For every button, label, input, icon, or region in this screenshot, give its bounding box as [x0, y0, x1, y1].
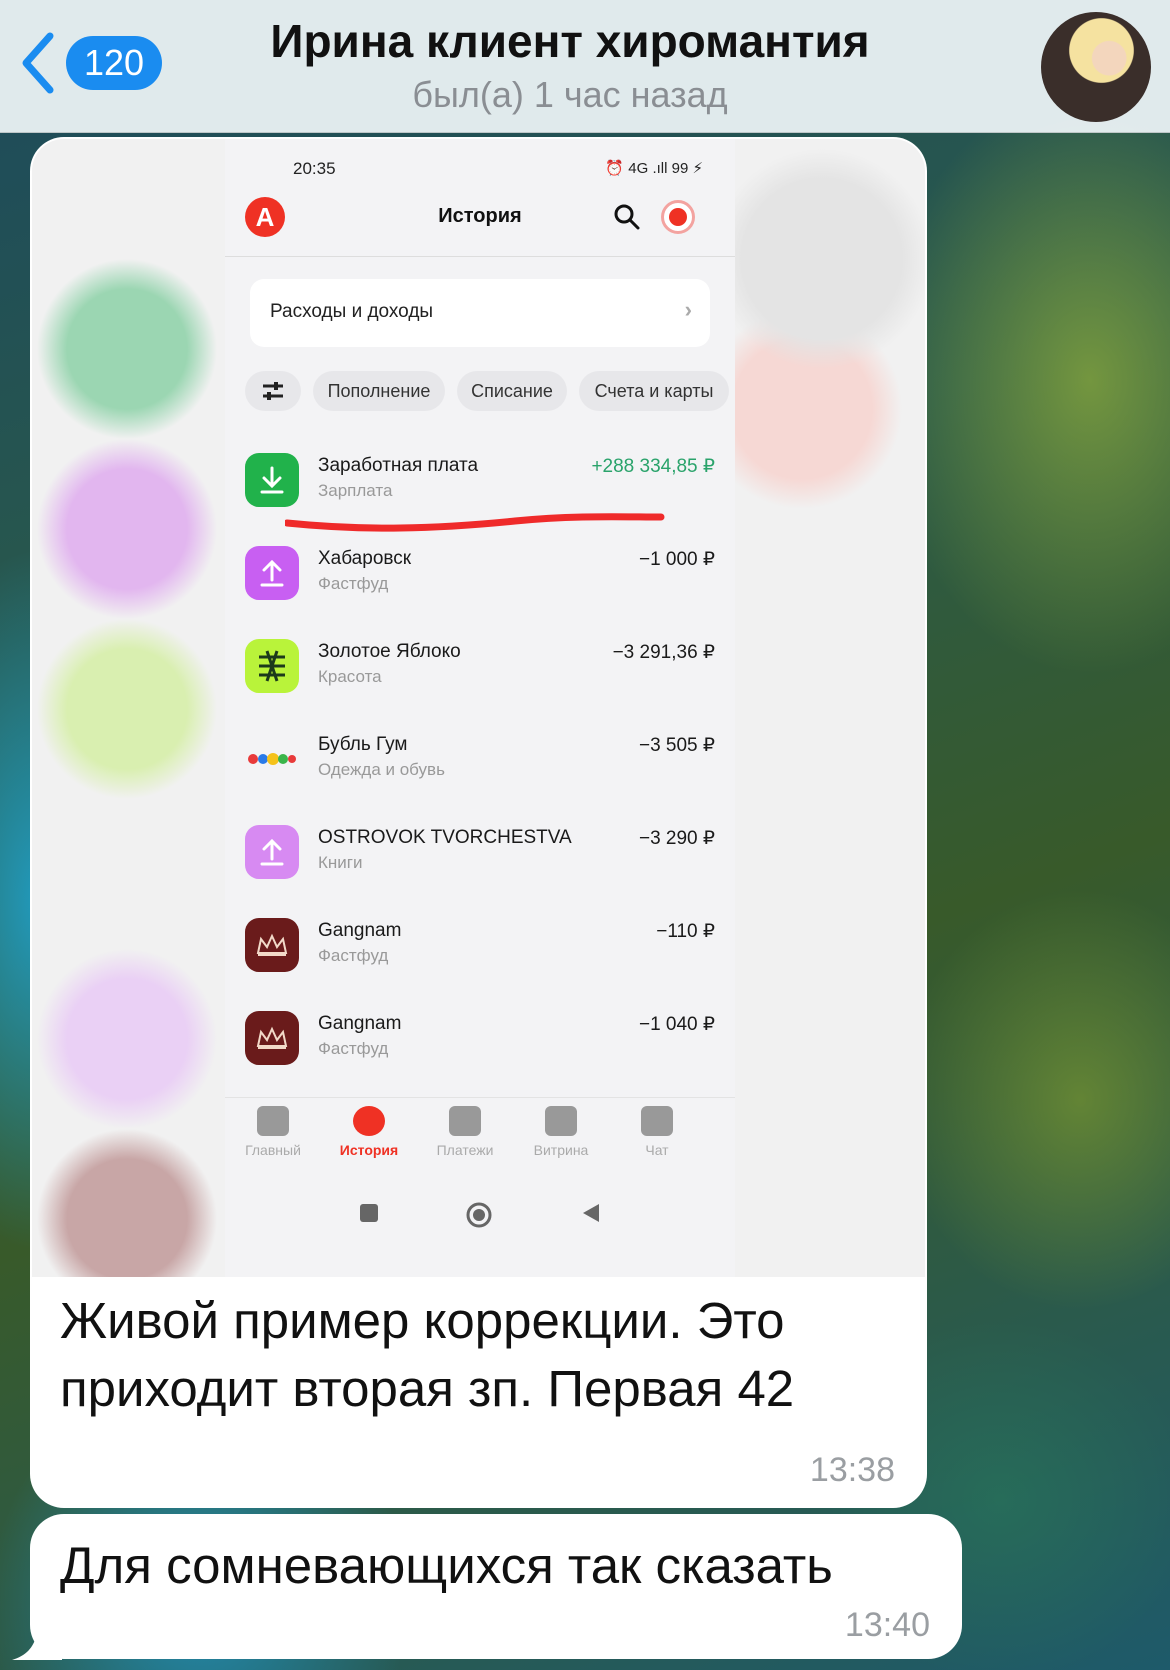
- transaction-name: Заработная плата: [318, 455, 479, 476]
- home-icon: [257, 1106, 289, 1136]
- summary-card[interactable]: Расходы и доходы ›: [250, 279, 710, 347]
- transaction-row[interactable]: Gangnam Фастфуд −1 040 ₽: [225, 1003, 735, 1096]
- message-bubble-text[interactable]: Для сомневающихся так сказать 13:40: [30, 1514, 962, 1659]
- search-icon[interactable]: [613, 203, 641, 231]
- phone-status-icons: ⏰ 4G .ıll 99 ⚡: [605, 160, 703, 177]
- last-seen-status: был(а) 1 час назад: [412, 74, 728, 115]
- unread-count-badge: 120: [66, 36, 163, 90]
- tab-label: Чат: [645, 1142, 669, 1158]
- transaction-name: Бубль Гум: [318, 734, 408, 755]
- tab-label: Платежи: [436, 1142, 494, 1158]
- back-button[interactable]: 120: [18, 30, 163, 96]
- tab-label: Главный: [245, 1142, 301, 1158]
- crown-icon: [245, 918, 299, 972]
- transaction-amount: −1 000 ₽: [638, 549, 715, 570]
- transaction-row[interactable]: Золотое Яблоко Красота −3 291,36 ₽: [225, 631, 735, 724]
- transaction-row[interactable]: Gangnam Фастфуд −110 ₽: [225, 910, 735, 1003]
- transaction-name: Gangnam: [318, 1013, 402, 1034]
- chat-icon: [641, 1106, 673, 1136]
- transaction-row[interactable]: Хабаровск Фастфуд −1 000 ₽: [225, 538, 735, 631]
- transaction-name: Хабаровск: [318, 548, 412, 569]
- bubblegum-logo: [245, 732, 299, 786]
- message-text: Живой пример коррекции. Это приходит вто…: [60, 1292, 795, 1417]
- transaction-amount: +288 334,85 ₽: [591, 456, 715, 477]
- transaction-category: Книги: [318, 853, 363, 872]
- android-nav-bar: [225, 1171, 735, 1277]
- transaction-amount: −3 505 ₽: [638, 735, 715, 756]
- tab-chat[interactable]: Чат: [607, 1106, 707, 1158]
- transaction-amount: −3 291,36 ₽: [612, 642, 715, 663]
- chat-title[interactable]: Ирина клиент хиромантия: [230, 14, 910, 68]
- ruble-icon: [449, 1106, 481, 1136]
- transaction-category: Фастфуд: [318, 574, 389, 593]
- transaction-amount: −3 290 ₽: [638, 828, 715, 849]
- filter-chips: Пополнение Списание Счета и карты: [245, 371, 735, 411]
- upload-icon: [245, 825, 299, 879]
- summary-card-label: Расходы и доходы: [270, 301, 434, 322]
- upload-icon: [245, 546, 299, 600]
- home-circle-icon[interactable]: [465, 1201, 493, 1229]
- phone-status-bar: 20:35 ⏰ 4G .ıll 99 ⚡: [225, 139, 735, 183]
- crown-icon: [245, 1011, 299, 1065]
- golden-apple-logo: [245, 639, 299, 693]
- chevron-left-icon: [22, 32, 54, 94]
- transaction-row[interactable]: Бубль Гум Одежда и обувь −3 505 ₽: [225, 724, 735, 817]
- grid-icon: [545, 1106, 577, 1136]
- transaction-name: Gangnam: [318, 920, 402, 941]
- transaction-amount: −1 040 ₽: [638, 1014, 715, 1035]
- app-title: История: [438, 205, 522, 227]
- red-highlight-underline: [285, 513, 665, 532]
- back-triangle-icon[interactable]: [579, 1201, 603, 1225]
- transaction-category: Одежда и обувь: [318, 760, 445, 779]
- tab-history[interactable]: История: [319, 1106, 419, 1158]
- tab-payments[interactable]: Платежи: [415, 1106, 515, 1158]
- chat-header: 120 Ирина клиент хиромантия был(а) 1 час…: [0, 0, 1170, 133]
- message-time: 13:40: [844, 1606, 930, 1644]
- message-text: Для сомневающихся так сказать: [60, 1537, 833, 1594]
- transaction-name: OSTROVOK TVORCHESTVA: [318, 827, 572, 848]
- attached-screenshot[interactable]: 20:35 ⏰ 4G .ıll 99 ⚡ A История Расходы и…: [32, 139, 925, 1277]
- transaction-name: Золотое Яблоко: [318, 641, 461, 662]
- transaction-category: Красота: [318, 667, 382, 686]
- transaction-category: Зарплата: [318, 481, 393, 500]
- transaction-category: Фастфуд: [318, 1039, 389, 1058]
- message-bubble-photo[interactable]: 20:35 ⏰ 4G .ıll 99 ⚡ A История Расходы и…: [30, 137, 927, 1508]
- chip-debit[interactable]: Списание: [457, 371, 567, 411]
- chip-accounts[interactable]: Счета и карты: [579, 371, 729, 411]
- phone-status-time: 20:35: [293, 159, 336, 178]
- transaction-amount: −110 ₽: [656, 921, 715, 942]
- tab-label: История: [339, 1142, 399, 1158]
- bottom-tab-bar: Главный История Платежи Витрина Чат: [225, 1097, 735, 1171]
- download-icon: [245, 453, 299, 507]
- recents-square-icon[interactable]: [357, 1201, 381, 1225]
- transaction-row[interactable]: OSTROVOK TVORCHESTVA Книги −3 290 ₽: [225, 817, 735, 910]
- chip-replenishment[interactable]: Пополнение: [313, 371, 445, 411]
- message-time: 13:38: [809, 1451, 895, 1489]
- sliders-icon: [263, 382, 283, 400]
- app-bar: A История: [225, 183, 735, 257]
- bank-app-screenshot: 20:35 ⏰ 4G .ıll 99 ⚡ A История Расходы и…: [225, 139, 735, 1277]
- tab-main[interactable]: Главный: [225, 1106, 323, 1158]
- tab-showcase[interactable]: Витрина: [511, 1106, 611, 1158]
- clock-icon: [353, 1106, 385, 1136]
- transaction-category: Фастфуд: [318, 946, 389, 965]
- filter-settings-button[interactable]: [245, 371, 301, 411]
- tab-label: Витрина: [533, 1142, 589, 1158]
- chevron-right-icon: ›: [684, 297, 692, 322]
- avatar[interactable]: [1041, 12, 1151, 122]
- record-icon[interactable]: [661, 200, 695, 234]
